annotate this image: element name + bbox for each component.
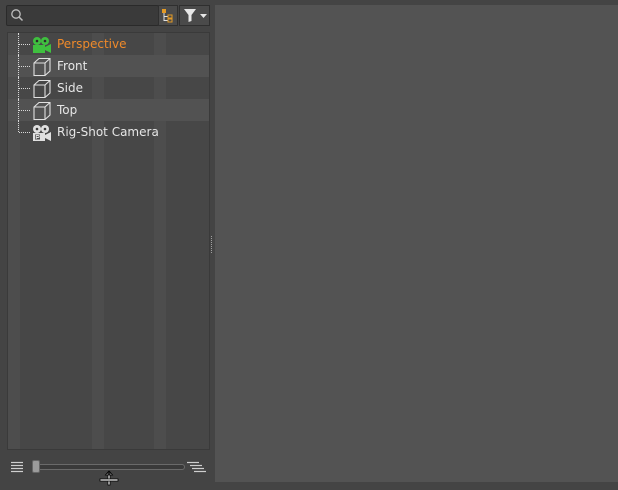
tree-item-top[interactable]: Top: [8, 99, 209, 121]
viewport-area[interactable]: [215, 5, 618, 482]
list-indent-icon[interactable]: [187, 461, 206, 474]
outliner-tree: Perspective Front Side Top Rig-Shot Came…: [7, 32, 210, 450]
search-icon: [11, 9, 24, 22]
resize-cursor-icon: [99, 470, 119, 486]
ortho-cube-icon: [33, 79, 51, 99]
tree-item-label: Front: [57, 59, 88, 73]
search-input[interactable]: [25, 7, 153, 22]
tree-item-side[interactable]: Side: [8, 77, 209, 99]
hierarchy-filter-icon: [158, 5, 178, 26]
perspective-camera-icon: [33, 37, 51, 53]
tree-item-label: Side: [57, 81, 83, 95]
rig-camera-icon: [33, 125, 51, 141]
outliner-bottom-bar: [7, 456, 210, 486]
tree-connector: [19, 110, 30, 111]
funnel-dropdown-icon: [179, 5, 210, 26]
app-window: Perspective Front Side Top Rig-Shot Came…: [0, 0, 618, 490]
tree-connector: [19, 66, 30, 67]
row-height-slider-thumb[interactable]: [32, 460, 40, 473]
panel-splitter-handle[interactable]: [210, 236, 213, 253]
outliner-panel: Perspective Front Side Top Rig-Shot Came…: [0, 0, 214, 490]
ortho-cube-icon: [33, 57, 51, 77]
tree-item-label: Perspective: [57, 37, 127, 51]
tree-item-front[interactable]: Front: [8, 55, 209, 77]
tree-item-label: Rig-Shot Camera: [57, 125, 159, 139]
tree-item-label: Top: [57, 103, 78, 117]
tree-item-perspective[interactable]: Perspective: [8, 33, 209, 55]
tree-connector: [19, 132, 30, 133]
tree-item-rig-shot-camera[interactable]: Rig-Shot Camera: [8, 121, 209, 143]
ortho-cube-icon: [33, 101, 51, 121]
hierarchy-filter-button[interactable]: [158, 5, 178, 26]
tree-connector: [19, 88, 30, 89]
search-box[interactable]: [6, 5, 159, 26]
list-compact-icon[interactable]: [11, 461, 24, 473]
tree-connector: [18, 121, 19, 132]
filter-dropdown-button[interactable]: [179, 5, 210, 26]
tree-connector: [19, 44, 30, 45]
outliner-toolbar: [6, 5, 211, 26]
